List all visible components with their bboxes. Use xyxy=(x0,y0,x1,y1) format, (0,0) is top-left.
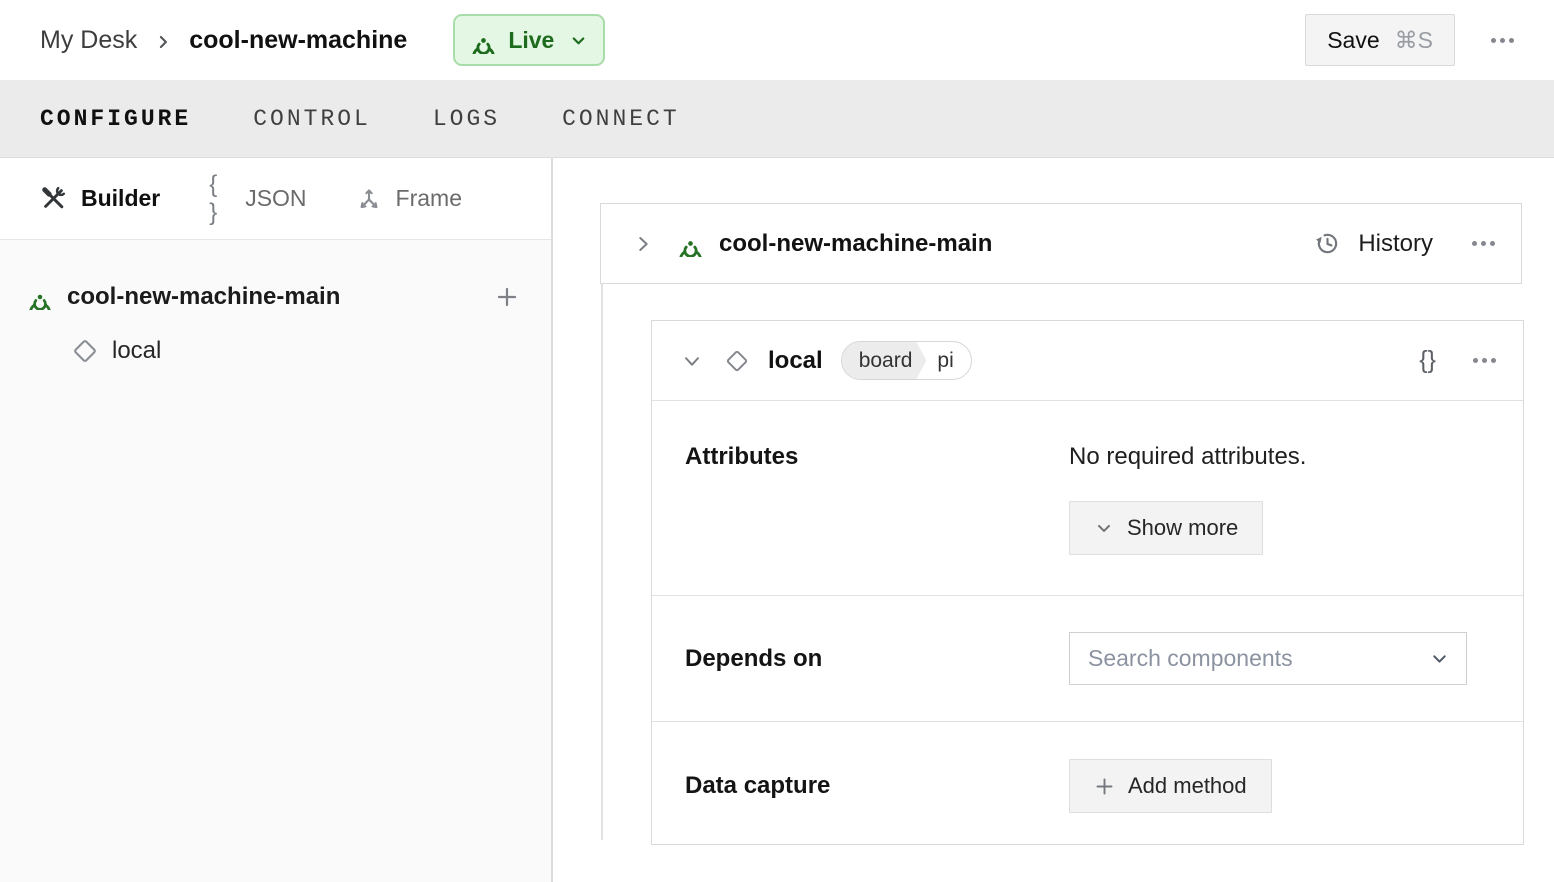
tab-logs[interactable]: LOGS xyxy=(433,106,500,132)
attributes-section: Attributes No required attributes. Show … xyxy=(652,401,1523,595)
mode-builder-label: Builder xyxy=(81,185,160,212)
mode-json[interactable]: { } JSON xyxy=(209,171,306,227)
component-type-model-badge[interactable]: board pi xyxy=(841,341,972,380)
machine-signal-icon xyxy=(470,27,497,54)
diamond-icon xyxy=(724,348,750,374)
tab-connect[interactable]: CONNECT xyxy=(562,106,680,132)
show-more-button[interactable]: Show more xyxy=(1069,501,1263,555)
frame-axes-icon xyxy=(356,186,382,212)
breadcrumb: My Desk cool-new-machine xyxy=(40,26,407,55)
attributes-empty-text: No required attributes. xyxy=(1069,443,1306,471)
mode-json-label: JSON xyxy=(245,185,306,212)
data-capture-heading: Data capture xyxy=(685,772,1069,800)
tree-child-label: local xyxy=(112,337,161,365)
breadcrumb-parent-link[interactable]: My Desk xyxy=(40,26,137,55)
data-capture-section: Data capture Add method xyxy=(652,721,1523,844)
depends-on-placeholder: Search components xyxy=(1088,645,1293,672)
history-button[interactable]: History xyxy=(1314,230,1433,258)
depends-on-select[interactable]: Search components xyxy=(1069,632,1467,685)
top-header: My Desk cool-new-machine Live Save ⌘S xyxy=(0,0,1554,81)
tab-control[interactable]: CONTROL xyxy=(253,106,371,132)
tree-item-local-component[interactable]: local xyxy=(0,324,551,378)
part-connector-line xyxy=(601,284,603,840)
machine-signal-icon xyxy=(677,230,704,257)
header-actions: Save ⌘S xyxy=(1305,14,1514,66)
chevron-down-icon xyxy=(569,31,588,50)
component-type: board xyxy=(842,342,927,379)
show-more-label: Show more xyxy=(1127,515,1238,541)
part-card-actions: History xyxy=(1314,230,1495,258)
part-card-title: cool-new-machine-main xyxy=(719,230,992,258)
diamond-icon xyxy=(71,337,99,365)
mode-frame-label: Frame xyxy=(396,185,462,212)
configure-main-panel: cool-new-machine-main History xyxy=(553,158,1554,882)
machine-signal-icon xyxy=(27,284,53,310)
config-sidebar: Builder { } JSON Frame xyxy=(0,158,553,882)
breadcrumb-current-machine: cool-new-machine xyxy=(189,26,407,55)
attributes-body: No required attributes. Show more xyxy=(1069,443,1306,555)
mode-builder[interactable]: Builder xyxy=(40,185,160,212)
code-braces-icon[interactable]: {} xyxy=(1419,346,1436,375)
save-shortcut-hint: ⌘S xyxy=(1395,27,1433,54)
plus-icon xyxy=(1094,776,1115,797)
component-model: pi xyxy=(926,342,970,379)
component-card-actions: {} xyxy=(1419,346,1496,375)
component-overflow-menu-icon[interactable] xyxy=(1473,358,1496,363)
depends-on-heading: Depends on xyxy=(685,645,1069,673)
curly-braces-icon: { } xyxy=(209,171,231,227)
component-title: local xyxy=(768,347,823,375)
header-overflow-menu-icon[interactable] xyxy=(1491,38,1514,43)
save-label: Save xyxy=(1327,27,1379,54)
history-clock-icon xyxy=(1314,230,1341,257)
part-card-overflow-menu-icon[interactable] xyxy=(1472,241,1495,246)
collapse-chevron-down-icon[interactable] xyxy=(681,350,703,372)
history-label: History xyxy=(1358,230,1433,258)
crossed-tools-icon xyxy=(40,185,67,212)
machine-tabbar: CONFIGURE CONTROL LOGS CONNECT xyxy=(0,81,1554,158)
component-card-local: local board pi {} Attributes No required… xyxy=(651,320,1524,845)
machine-part-card: cool-new-machine-main History xyxy=(600,203,1522,284)
tree-part-label: cool-new-machine-main xyxy=(67,283,340,311)
add-method-label: Add method xyxy=(1128,773,1247,799)
attributes-heading: Attributes xyxy=(685,443,1069,555)
depends-on-section: Depends on Search components xyxy=(652,595,1523,721)
save-button[interactable]: Save ⌘S xyxy=(1305,14,1455,66)
tab-configure[interactable]: CONFIGURE xyxy=(40,106,191,132)
chevron-down-icon xyxy=(1429,648,1450,669)
component-card-header: local board pi {} xyxy=(652,321,1523,401)
add-method-button[interactable]: Add method xyxy=(1069,759,1272,813)
chevron-down-icon xyxy=(1094,518,1114,538)
machine-status-live-dropdown[interactable]: Live xyxy=(453,14,605,66)
machine-part-tree: cool-new-machine-main local xyxy=(0,240,551,378)
add-component-button[interactable] xyxy=(495,285,519,309)
expand-chevron-right-icon[interactable] xyxy=(632,233,654,255)
view-mode-toolbar: Builder { } JSON Frame xyxy=(0,158,551,240)
live-label: Live xyxy=(508,27,554,54)
mode-frame[interactable]: Frame xyxy=(356,185,462,212)
chevron-right-icon xyxy=(153,32,173,52)
tree-item-machine-part[interactable]: cool-new-machine-main xyxy=(0,270,551,324)
configure-content: Builder { } JSON Frame xyxy=(0,158,1554,882)
